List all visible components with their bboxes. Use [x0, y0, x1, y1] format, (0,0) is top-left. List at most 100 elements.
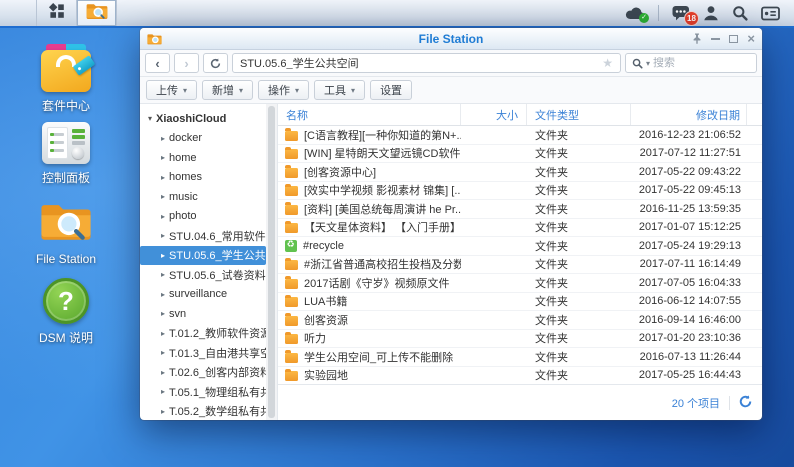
table-row[interactable]: [C语言教程][一种你知道的第N+... 文件夹 2016-12-23 21:0… — [278, 126, 762, 145]
sidebar-tree-item[interactable]: ▸ T.01.2_教师软件资源区 — [140, 324, 266, 344]
sidebar-tree-item[interactable]: ▸ T.05.1_物理组私有共享空 — [140, 382, 266, 402]
table-row[interactable]: 实验园地 文件夹 2017-05-25 16:44:43 — [278, 367, 762, 385]
folder-icon — [285, 334, 298, 344]
sidebar-item-label: docker — [169, 132, 202, 144]
desktop-icon-file-station[interactable]: File Station — [14, 200, 118, 278]
desktop-icon-package-center[interactable]: 套件中心 — [14, 44, 118, 122]
sidebar-tree-items: ▸ docker ▸ home ▸ homes ▸ — [140, 129, 266, 421]
table-row[interactable]: 创客资源 文件夹 2016-09-14 16:46:00 — [278, 311, 762, 330]
file-type: 文件夹 — [527, 367, 631, 383]
toolbar-button[interactable]: 新增 ▾ — [202, 80, 253, 100]
desktop-icon-control-panel[interactable]: 控制面板 — [14, 122, 118, 200]
chevron-collapsed-icon[interactable]: ▸ — [161, 290, 165, 299]
table-row[interactable]: #浙江省普通高校招生投档及分数... 文件夹 2017-07-11 16:14:… — [278, 256, 762, 275]
toolbar-button[interactable]: 设置 ▾ — [370, 80, 412, 100]
chevron-collapsed-icon[interactable]: ▸ — [161, 153, 165, 162]
sidebar-tree-item[interactable]: ▸ photo — [140, 207, 266, 227]
column-header-type[interactable]: 文件类型 — [527, 104, 631, 125]
refresh-button[interactable] — [203, 53, 228, 73]
table-row[interactable]: [创客资源中心] 文件夹 2017-05-22 09:43:22 — [278, 163, 762, 182]
chevron-collapsed-icon[interactable]: ▸ — [161, 134, 165, 143]
user-account-icon[interactable] — [703, 5, 719, 21]
chevron-collapsed-icon[interactable]: ▸ — [161, 368, 165, 377]
toolbar-button[interactable]: 上传 ▾ — [146, 80, 197, 100]
file-name: 创客资源 — [304, 312, 348, 328]
file-name: [效实中学视频 影视素材 锦集] [... — [304, 182, 461, 198]
window-titlebar[interactable]: File Station × — [140, 28, 762, 50]
file-name: 听力 — [304, 330, 326, 346]
chevron-collapsed-icon[interactable]: ▸ — [161, 173, 165, 182]
table-row[interactable]: LUA书籍 文件夹 2016-06-12 14:07:55 — [278, 293, 762, 312]
sidebar-tree-item[interactable]: ▸ T.02.6_创客内部资料 — [140, 363, 266, 383]
table-row[interactable]: 2017话剧《守岁》视频原文件 文件夹 2017-07-05 16:04:33 — [278, 274, 762, 293]
search-box[interactable]: ▾ — [625, 53, 757, 73]
table-row[interactable]: 学生公用空间_可上传不能删除 文件夹 2016-07-13 11:26:44 — [278, 348, 762, 367]
favorite-star-icon[interactable]: ★ — [602, 56, 613, 70]
toolbar-button[interactable]: 操作 ▾ — [258, 80, 309, 100]
file-modified-date: 2016-06-12 14:07:55 — [631, 295, 747, 307]
file-modified-date: 2017-05-22 09:43:22 — [631, 166, 747, 178]
path-field[interactable]: ★ — [232, 53, 621, 73]
chevron-collapsed-icon[interactable]: ▸ — [161, 329, 165, 338]
chevron-collapsed-icon[interactable]: ▸ — [161, 348, 165, 357]
sidebar-tree-item[interactable]: ▸ STU.05.6_试卷资料下载 — [140, 265, 266, 285]
sidebar-tree-item[interactable]: ▸ T.01.3_自由港共享空间 — [140, 343, 266, 363]
chevron-collapsed-icon[interactable]: ▸ — [161, 212, 165, 221]
pilot-view-icon[interactable] — [761, 6, 780, 21]
table-row[interactable]: [资料] [美国总统每周演讲 he Pr... 文件夹 2016-11-25 1… — [278, 200, 762, 219]
back-button[interactable]: ‹ — [145, 53, 170, 73]
chevron-collapsed-icon[interactable]: ▸ — [161, 309, 165, 318]
sidebar-tree-item[interactable]: ▸ STU.05.6_学生公共空间 — [140, 246, 266, 266]
cloud-sync-icon[interactable]: ✓ — [625, 6, 645, 20]
forward-button[interactable]: › — [174, 53, 199, 73]
search-options-caret-icon[interactable]: ▾ — [646, 59, 650, 68]
sidebar-tree-item[interactable]: ▸ home — [140, 148, 266, 168]
sidebar-root-xiaoshicloud[interactable]: ▾ XiaoshiCloud — [140, 109, 266, 129]
chevron-collapsed-icon[interactable]: ▸ — [161, 231, 165, 240]
table-row[interactable]: #recycle 文件夹 2017-05-24 19:29:13 — [278, 237, 762, 256]
chevron-collapsed-icon[interactable]: ▸ — [161, 192, 165, 201]
file-name: [WIN] 星特朗天文望远镜CD软件 — [304, 145, 460, 161]
file-name: [资料] [美国总统每周演讲 he Pr... — [304, 201, 461, 217]
sidebar-scrollbar[interactable] — [266, 104, 277, 420]
chevron-collapsed-icon[interactable]: ▸ — [161, 251, 165, 260]
maximize-icon[interactable] — [729, 35, 738, 43]
close-icon[interactable]: × — [747, 34, 755, 44]
sidebar-tree-item[interactable]: ▸ svn — [140, 304, 266, 324]
column-header-modified[interactable]: 修改日期 — [631, 104, 747, 125]
column-header-size[interactable]: 大小 — [461, 104, 527, 125]
chevron-collapsed-icon[interactable]: ▸ — [161, 270, 165, 279]
table-row[interactable]: 听力 文件夹 2017-01-20 23:10:36 — [278, 330, 762, 349]
taskbar-file-station-button[interactable] — [77, 0, 117, 26]
desktop-icon-dsm-help[interactable]: ? DSM 说明 — [14, 278, 118, 356]
sidebar-tree-item[interactable]: ▸ surveillance — [140, 285, 266, 305]
file-modified-date: 2016-07-13 11:26:44 — [631, 351, 747, 363]
sidebar-scrollbar-thumb[interactable] — [268, 106, 275, 418]
search-input[interactable] — [653, 57, 750, 69]
table-row[interactable]: [效实中学视频 影视素材 锦集] [... 文件夹 2017-05-22 09:… — [278, 182, 762, 201]
table-row[interactable]: 【天文星体资料】 【入门手册】 文件夹 2017-01-07 15:12:25 — [278, 219, 762, 238]
minimize-icon[interactable] — [711, 37, 720, 40]
file-type: 文件夹 — [527, 182, 631, 198]
search-icon[interactable] — [732, 5, 748, 21]
recycle-folder-icon — [285, 240, 297, 252]
toolbar-button[interactable]: 工具 ▾ — [314, 80, 365, 100]
sidebar-tree-item[interactable]: ▸ music — [140, 187, 266, 207]
sidebar-tree-item[interactable]: ▸ docker — [140, 129, 266, 149]
column-header-name[interactable]: 名称 — [278, 104, 461, 125]
file-type: 文件夹 — [527, 127, 631, 143]
refresh-list-icon[interactable] — [739, 395, 752, 411]
window-controls: × — [692, 33, 755, 44]
chevron-collapsed-icon[interactable]: ▸ — [161, 387, 165, 396]
path-input[interactable] — [240, 57, 602, 69]
file-modified-date: 2017-07-12 11:27:51 — [631, 147, 747, 159]
notifications-icon[interactable]: 18 — [672, 5, 690, 21]
main-menu-button[interactable] — [37, 0, 77, 26]
table-row[interactable]: [WIN] 星特朗天文望远镜CD软件 文件夹 2017-07-12 11:27:… — [278, 145, 762, 164]
sidebar-tree-item[interactable]: ▸ STU.04.6_常用软件 — [140, 226, 266, 246]
sidebar-tree-item[interactable]: ▸ homes — [140, 168, 266, 188]
chevron-down-icon: ▾ — [239, 86, 243, 95]
chevron-collapsed-icon[interactable]: ▸ — [161, 407, 165, 416]
pin-icon[interactable] — [692, 33, 702, 44]
sidebar-tree-item[interactable]: ▸ T.05.2_数学组私有共享空 — [140, 402, 266, 421]
